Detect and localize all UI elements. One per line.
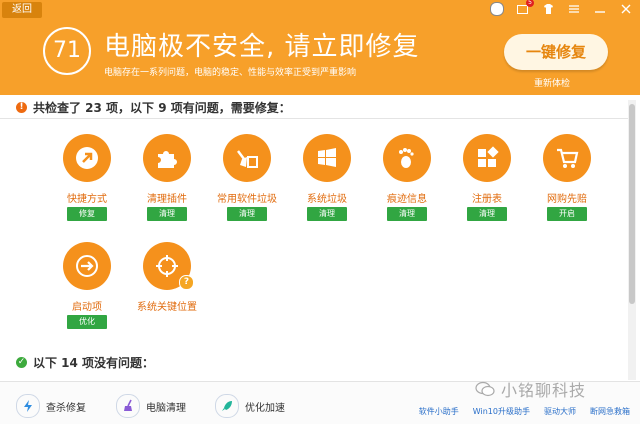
watermark: 小铭聊科技 <box>475 377 586 401</box>
puzzle-icon[interactable] <box>143 134 191 182</box>
item-key-locations: ? 系统关键位置 <box>122 242 212 332</box>
item-action-button[interactable]: 优化 <box>67 315 107 329</box>
security-score: 71 <box>43 27 91 75</box>
question-mark-icon[interactable]: ? <box>179 275 194 290</box>
tool-label: 电脑清理 <box>146 402 186 414</box>
tool-optimize[interactable]: 优化加速 <box>215 394 285 418</box>
tool-label: 查杀修复 <box>46 402 86 414</box>
ok-summary-text: 以下 14 项没有问题： <box>33 356 155 370</box>
item-action-button[interactable]: 清理 <box>387 207 427 221</box>
tool-clean[interactable]: 电脑清理 <box>116 394 186 418</box>
problems-summary: ! 共检查了 23 项，以下 9 项有问题，需要修复： <box>16 99 291 116</box>
wechat-icon <box>475 381 495 397</box>
item-label: 常用软件垃圾 <box>217 194 277 205</box>
broom-bucket-icon[interactable] <box>223 134 271 182</box>
check-icon: ✓ <box>16 357 27 368</box>
menu-icon[interactable] <box>568 3 580 15</box>
shopping-cart-icon[interactable] <box>543 134 591 182</box>
item-system-junk: 系统垃圾 清理 <box>282 134 372 224</box>
item-startup: 启动项 优化 <box>42 242 132 332</box>
message-badge: 5 <box>526 0 534 7</box>
item-action-button[interactable]: 修复 <box>67 207 107 221</box>
link-software-helper[interactable]: 软件小助手 <box>419 406 459 417</box>
item-action-button[interactable]: 开启 <box>547 207 587 221</box>
item-action-button[interactable]: 清理 <box>227 207 267 221</box>
item-action-button[interactable]: 清理 <box>467 207 507 221</box>
bottom-links: 软件小助手 Win10升级助手 驱动大师 断网急救箱 <box>419 406 630 417</box>
one-click-fix-button[interactable]: 一键修复 <box>504 34 608 70</box>
recheck-link[interactable]: 重新体检 <box>534 76 570 89</box>
page-subtitle: 电脑存在一系列问题，电脑的稳定、性能与效率正受到严重影响 <box>104 68 357 78</box>
share-icon[interactable] <box>490 3 502 15</box>
broom-icon <box>116 394 140 418</box>
link-driver-master[interactable]: 驱动大师 <box>544 406 576 417</box>
titlebar-controls: 5 <box>490 0 632 16</box>
startup-arrow-icon[interactable] <box>63 242 111 290</box>
tool-label: 优化加速 <box>245 402 285 414</box>
item-label: 系统关键位置 <box>137 302 197 313</box>
lightning-shield-icon <box>16 394 40 418</box>
item-shopping-compensation: 网购先赔 开启 <box>522 134 612 224</box>
scrollbar-thumb[interactable] <box>629 104 635 304</box>
shortcut-arrow-icon[interactable] <box>63 134 111 182</box>
link-win10-upgrade[interactable]: Win10升级助手 <box>473 406 530 417</box>
item-label: 快捷方式 <box>67 194 107 205</box>
item-label: 系统垃圾 <box>307 194 347 205</box>
header-banner: 返回 5 71 电脑极不安全, 请立即修复 电脑存在一系列问题，电脑的稳定、性能… <box>0 0 640 95</box>
item-label: 注册表 <box>472 194 502 205</box>
divider <box>0 118 630 119</box>
item-software-junk: 常用软件垃圾 清理 <box>202 134 292 224</box>
registry-blocks-icon[interactable] <box>463 134 511 182</box>
scrollbar[interactable] <box>628 100 636 380</box>
ok-summary[interactable]: ✓ 以下 14 项没有问题： <box>16 354 154 371</box>
minimize-icon[interactable] <box>594 3 606 15</box>
close-icon[interactable] <box>620 3 632 15</box>
item-plugins: 清理插件 清理 <box>122 134 212 224</box>
item-shortcut: 快捷方式 修复 <box>42 134 132 224</box>
warning-icon: ! <box>16 102 27 113</box>
message-icon[interactable]: 5 <box>516 0 534 15</box>
tool-scan-fix[interactable]: 查杀修复 <box>16 394 86 418</box>
item-label: 清理插件 <box>147 194 187 205</box>
page-title: 电脑极不安全, 请立即修复 <box>104 32 420 62</box>
item-action-button[interactable]: 清理 <box>307 207 347 221</box>
watermark-text: 小铭聊科技 <box>501 381 587 400</box>
back-button[interactable]: 返回 <box>2 2 42 18</box>
skin-icon[interactable] <box>542 3 554 15</box>
item-traces: 痕迹信息 清理 <box>362 134 452 224</box>
link-network-rescue[interactable]: 断网急救箱 <box>590 406 630 417</box>
item-label: 启动项 <box>72 302 102 313</box>
item-label: 网购先赔 <box>547 194 587 205</box>
item-action-button[interactable]: 清理 <box>147 207 187 221</box>
problems-summary-text: 共检查了 23 项，以下 9 项有问题，需要修复： <box>33 101 291 115</box>
windows-logo-icon[interactable] <box>303 134 351 182</box>
item-registry: 注册表 清理 <box>442 134 532 224</box>
rocket-icon <box>215 394 239 418</box>
item-label: 痕迹信息 <box>387 194 427 205</box>
footprint-icon[interactable] <box>383 134 431 182</box>
